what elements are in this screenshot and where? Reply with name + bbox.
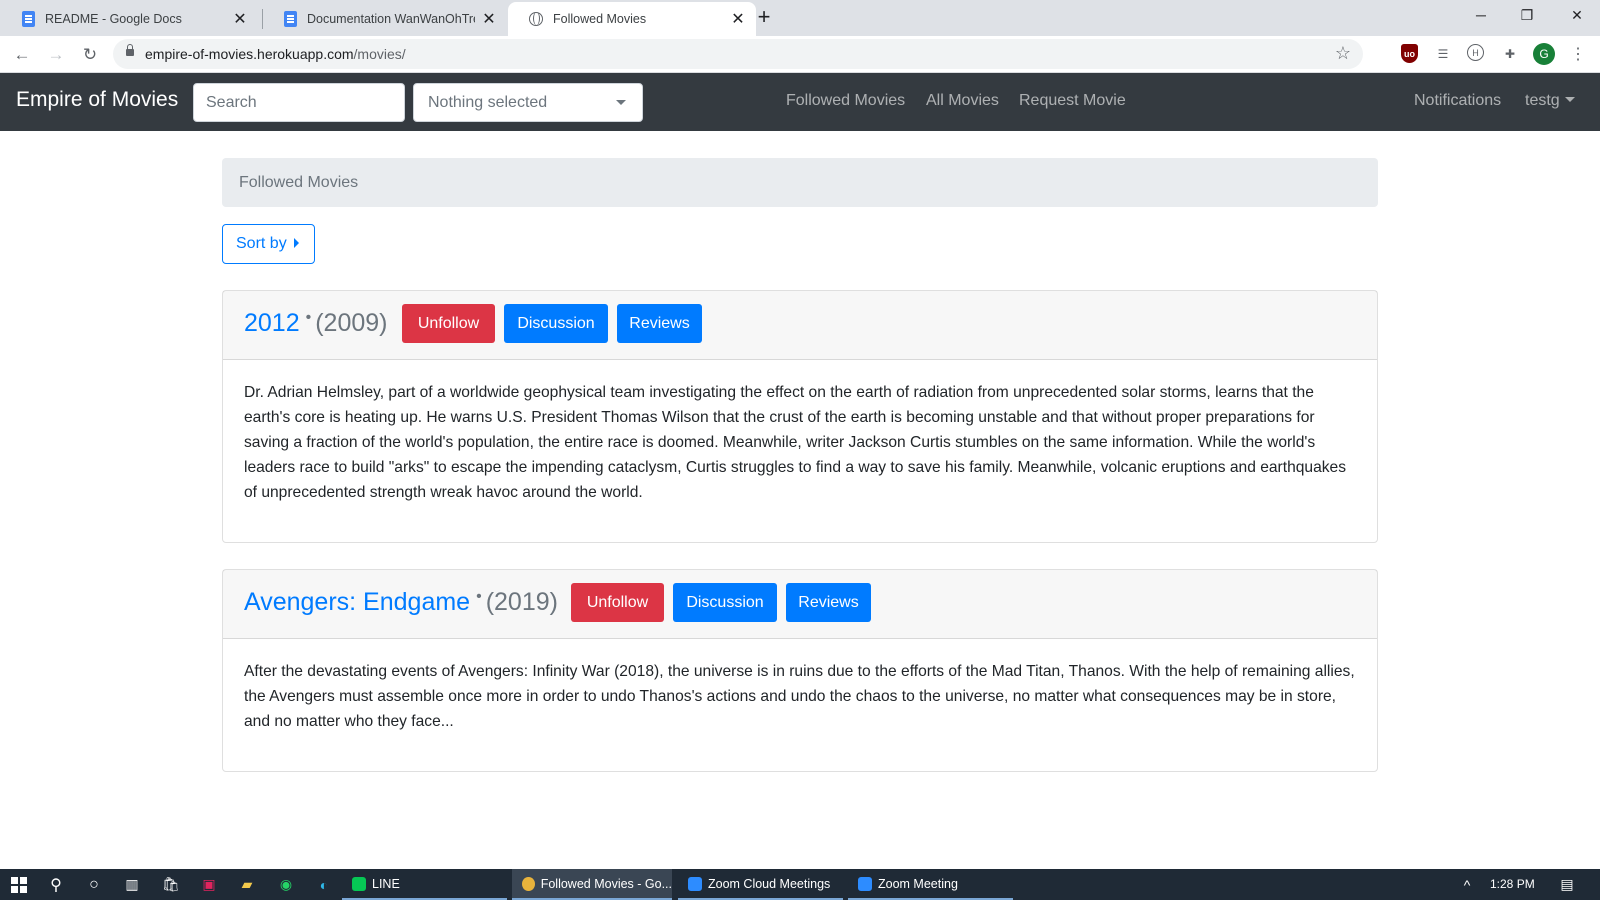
extension-circle-icon[interactable]: H — [1467, 44, 1484, 61]
movie-card: 2012 • (2009) Unfollow Discussion Reviews … — [222, 290, 1378, 543]
nav-all-movies[interactable]: All Movies — [926, 92, 999, 110]
movie-description: After the devastating events of Avengers… — [244, 663, 1355, 730]
reload-icon[interactable]: ↻ — [76, 41, 104, 69]
taskbar-app-chrome[interactable]: Followed Movies - Go... — [512, 869, 672, 900]
movie-title-link[interactable]: Avengers: Endgame — [244, 588, 470, 616]
tab-title: Followed Movies — [553, 12, 647, 26]
url-host: empire-of-movies.herokuapp.com — [145, 46, 354, 62]
close-icon[interactable]: ✕ — [481, 9, 497, 29]
movie-title-link[interactable]: 2012 — [244, 309, 300, 337]
taskbar-app-label: Zoom Cloud Meetings — [708, 876, 831, 891]
genre-select-value: Nothing selected — [428, 94, 548, 111]
kebab-menu-icon[interactable]: ⋮ — [1568, 44, 1588, 64]
discussion-button[interactable]: Discussion — [673, 583, 777, 622]
app-navbar: Empire of Movies Nothing selected Follow… — [0, 73, 1600, 131]
movie-card-header: Avengers: Endgame • (2019) Unfollow Discus… — [223, 570, 1377, 639]
nav-request-movie[interactable]: Request Movie — [1019, 92, 1126, 110]
taskbar-app-label: Followed Movies - Go... — [540, 876, 672, 891]
search-icon[interactable]: ⚲ — [44, 869, 68, 900]
sort-by-button[interactable]: Sort by — [222, 224, 315, 264]
sort-by-label: Sort by — [236, 235, 287, 252]
app-icon[interactable]: ▣ — [197, 869, 221, 900]
breadcrumb: Followed Movies — [222, 158, 1378, 207]
back-arrow-icon[interactable]: ← — [8, 41, 36, 69]
movie-description: Dr. Adrian Helmsley, part of a worldwide… — [244, 384, 1347, 501]
close-window-icon[interactable]: ✕ — [1554, 0, 1600, 32]
discussion-button[interactable]: Discussion — [504, 304, 608, 343]
movie-card: Avengers: Endgame • (2019) Unfollow Discus… — [222, 569, 1378, 772]
browser-toolbar: ← → ↻ empire-of-movies.herokuapp.com/mov… — [0, 36, 1600, 73]
breadcrumb-item: Followed Movies — [239, 174, 359, 191]
movie-title-line: 2012 • (2009) — [244, 309, 388, 338]
unfollow-button[interactable]: Unfollow — [402, 304, 495, 343]
store-icon[interactable]: 🛍 — [159, 869, 183, 900]
minimize-icon[interactable]: ─ — [1458, 0, 1504, 32]
reader-extension-icon[interactable]: ☰ — [1433, 44, 1453, 64]
new-tab-button[interactable]: + — [752, 4, 776, 30]
notification-center-icon[interactable]: ▤ — [1555, 869, 1579, 900]
puzzle-extensions-icon[interactable]: ✚ — [1500, 44, 1520, 64]
file-explorer-icon[interactable]: ▰ — [235, 869, 259, 900]
chevron-down-icon — [616, 100, 626, 105]
reviews-button[interactable]: Reviews — [786, 583, 871, 622]
genre-select[interactable]: Nothing selected — [413, 83, 643, 122]
profile-avatar[interactable]: G — [1533, 43, 1555, 65]
close-icon[interactable]: ✕ — [730, 9, 746, 29]
separator-dot: • — [476, 588, 482, 605]
taskbar-app-zoom-cloud[interactable]: Zoom Cloud Meetings — [678, 869, 843, 900]
user-name: testg — [1525, 92, 1560, 109]
user-menu[interactable]: testg — [1525, 92, 1575, 110]
windows-taskbar: ⚲ ○ ▥ 🛍 ▣ ▰ ◉ ◐ LINE Followed Movies - G… — [0, 869, 1600, 900]
taskbar-app-label: Zoom Meeting — [878, 876, 958, 891]
movie-year: (2019) — [485, 588, 558, 616]
search-input[interactable] — [193, 83, 405, 122]
movie-year: (2009) — [315, 309, 388, 337]
edge-icon[interactable]: ◐ — [312, 869, 336, 900]
taskbar-app-zoom-meeting[interactable]: Zoom Meeting — [848, 869, 1013, 900]
globe-icon — [528, 11, 544, 27]
movie-title-line: Avengers: Endgame • (2019) — [244, 588, 558, 617]
taskbar-app-line[interactable]: LINE — [342, 869, 507, 900]
unfollow-button[interactable]: Unfollow — [571, 583, 664, 622]
google-docs-icon — [282, 11, 298, 27]
restore-icon[interactable]: ❐ — [1504, 0, 1550, 32]
task-view-icon[interactable]: ▥ — [120, 869, 144, 900]
browser-tab-strip: README - Google Docs ✕ Documentation Wan… — [0, 0, 1600, 36]
close-icon[interactable]: ✕ — [232, 9, 248, 29]
caret-right-icon — [293, 238, 299, 248]
lock-icon — [126, 44, 134, 58]
bookmark-star-icon[interactable]: ☆ — [1335, 43, 1351, 64]
url-text: empire-of-movies.herokuapp.com/movies/ — [145, 46, 406, 62]
taskbar-app-label: LINE — [372, 876, 400, 891]
browser-tab-readme[interactable]: README - Google Docs ✕ — [0, 2, 258, 36]
separator-dot: • — [305, 309, 312, 326]
browser-tab-followed-movies[interactable]: Followed Movies ✕ — [508, 2, 756, 36]
brand-logo[interactable]: Empire of Movies — [16, 88, 178, 112]
taskbar-clock[interactable]: 1:28 PM — [1490, 877, 1535, 891]
google-docs-icon — [20, 11, 36, 27]
windows-start-icon[interactable] — [8, 869, 30, 900]
forward-arrow-icon[interactable]: → — [42, 41, 70, 69]
url-path: /movies/ — [353, 46, 406, 62]
nav-notifications[interactable]: Notifications — [1414, 92, 1501, 110]
address-bar[interactable]: empire-of-movies.herokuapp.com/movies/ ☆ — [113, 39, 1363, 69]
browser-tab-documentation[interactable]: Documentation WanWanOhTree ✕ — [262, 2, 507, 36]
ublock-extension-icon[interactable]: uo — [1401, 44, 1418, 63]
reviews-button[interactable]: Reviews — [617, 304, 702, 343]
movie-card-header: 2012 • (2009) Unfollow Discussion Reviews — [223, 291, 1377, 360]
chat-app-icon[interactable]: ◉ — [274, 869, 298, 900]
chevron-down-icon — [1564, 97, 1575, 102]
tab-title: README - Google Docs — [45, 12, 182, 26]
tab-title: Documentation WanWanOhTree — [307, 12, 475, 26]
cortana-icon[interactable]: ○ — [82, 869, 106, 900]
nav-followed-movies[interactable]: Followed Movies — [786, 92, 905, 110]
chevron-up-icon[interactable]: ^ — [1458, 869, 1476, 900]
